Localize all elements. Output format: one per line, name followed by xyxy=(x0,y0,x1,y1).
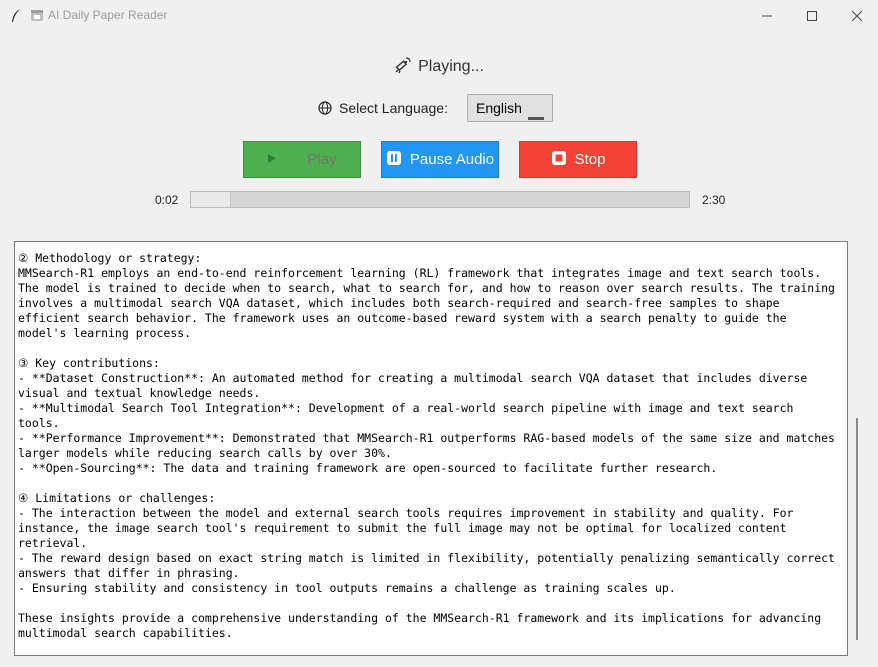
text-line xyxy=(18,476,847,491)
playback-status: Playing... xyxy=(0,56,878,76)
text-line: model's learning process. xyxy=(18,326,192,340)
calendar-icon xyxy=(30,8,44,22)
progress-fill xyxy=(191,192,231,207)
maximize-button[interactable] xyxy=(789,0,835,32)
text-line: multimodal search capabilities. xyxy=(18,626,233,640)
feather-icon xyxy=(10,8,22,24)
stop-button[interactable]: Stop xyxy=(519,141,637,178)
play-label: Play xyxy=(307,151,337,168)
text-line: ③ Key contributions: xyxy=(18,356,160,370)
globe-icon xyxy=(318,101,332,115)
status-text: Playing... xyxy=(418,58,484,75)
text-line: These insights provide a comprehensive u… xyxy=(18,611,822,625)
stop-icon xyxy=(551,150,567,170)
pause-icon xyxy=(386,150,402,170)
text-line: instance, the image search tool's requir… xyxy=(18,521,787,535)
scrollbar-thumb[interactable] xyxy=(856,418,858,640)
satellite-icon xyxy=(394,56,412,74)
text-line: MMSearch-R1 employs an end-to-end reinfo… xyxy=(18,266,822,280)
text-line xyxy=(18,341,847,356)
progress-slider[interactable] xyxy=(190,191,690,208)
text-line: ② Methodology or strategy: xyxy=(18,251,202,265)
dropdown-indicator-icon xyxy=(528,107,544,120)
text-line: - **Multimodal Search Tool Integration**… xyxy=(18,401,794,415)
text-line: larger models while reducing search call… xyxy=(18,446,392,460)
total-time: 2:30 xyxy=(702,193,726,207)
close-button[interactable] xyxy=(834,0,878,32)
text-line: involves a multimodal search VQA dataset… xyxy=(18,296,780,310)
pause-button[interactable]: Pause Audio xyxy=(381,141,499,178)
text-line: tools. xyxy=(18,416,60,430)
pause-label: Pause Audio xyxy=(409,151,495,168)
language-select[interactable]: English xyxy=(467,94,553,122)
text-line: - The interaction between the model and … xyxy=(18,506,794,520)
maximize-icon xyxy=(807,11,817,21)
minimize-icon xyxy=(762,15,772,17)
minimize-button[interactable] xyxy=(744,0,790,32)
text-line: efficient search behavior. The framework… xyxy=(18,311,787,325)
play-icon xyxy=(267,151,277,168)
language-value: English xyxy=(476,100,522,116)
close-icon xyxy=(852,11,862,21)
stop-label: Stop xyxy=(574,151,606,168)
title-bar[interactable]: AI Daily Paper Reader xyxy=(0,0,878,32)
text-line: - The reward design based on exact strin… xyxy=(18,551,835,565)
window-title: AI Daily Paper Reader xyxy=(48,8,168,22)
text-line: visual and textual knowledge needs. xyxy=(18,386,261,400)
text-line: - **Dataset Construction**: An automated… xyxy=(18,371,808,385)
text-line: ④ Limitations or challenges: xyxy=(18,491,216,505)
text-line: The model is trained to decide when to s… xyxy=(18,281,835,295)
text-line xyxy=(18,596,847,611)
play-button[interactable]: Play xyxy=(243,141,361,178)
text-line: answers that differ in phrasing. xyxy=(18,566,240,580)
summary-text: ② Methodology or strategy: MMSearch-R1 em… xyxy=(18,251,847,641)
summary-textarea[interactable]: ② Methodology or strategy: MMSearch-R1 em… xyxy=(14,241,848,656)
language-label: Select Language: xyxy=(339,100,448,116)
current-time: 0:02 xyxy=(155,193,179,207)
text-line: retrieval. xyxy=(18,536,88,550)
text-line: - **Performance Improvement**: Demonstra… xyxy=(18,431,835,445)
text-line: - **Open-Sourcing**: The data and traini… xyxy=(18,461,718,475)
text-line: - Ensuring stability and consistency in … xyxy=(18,581,676,595)
